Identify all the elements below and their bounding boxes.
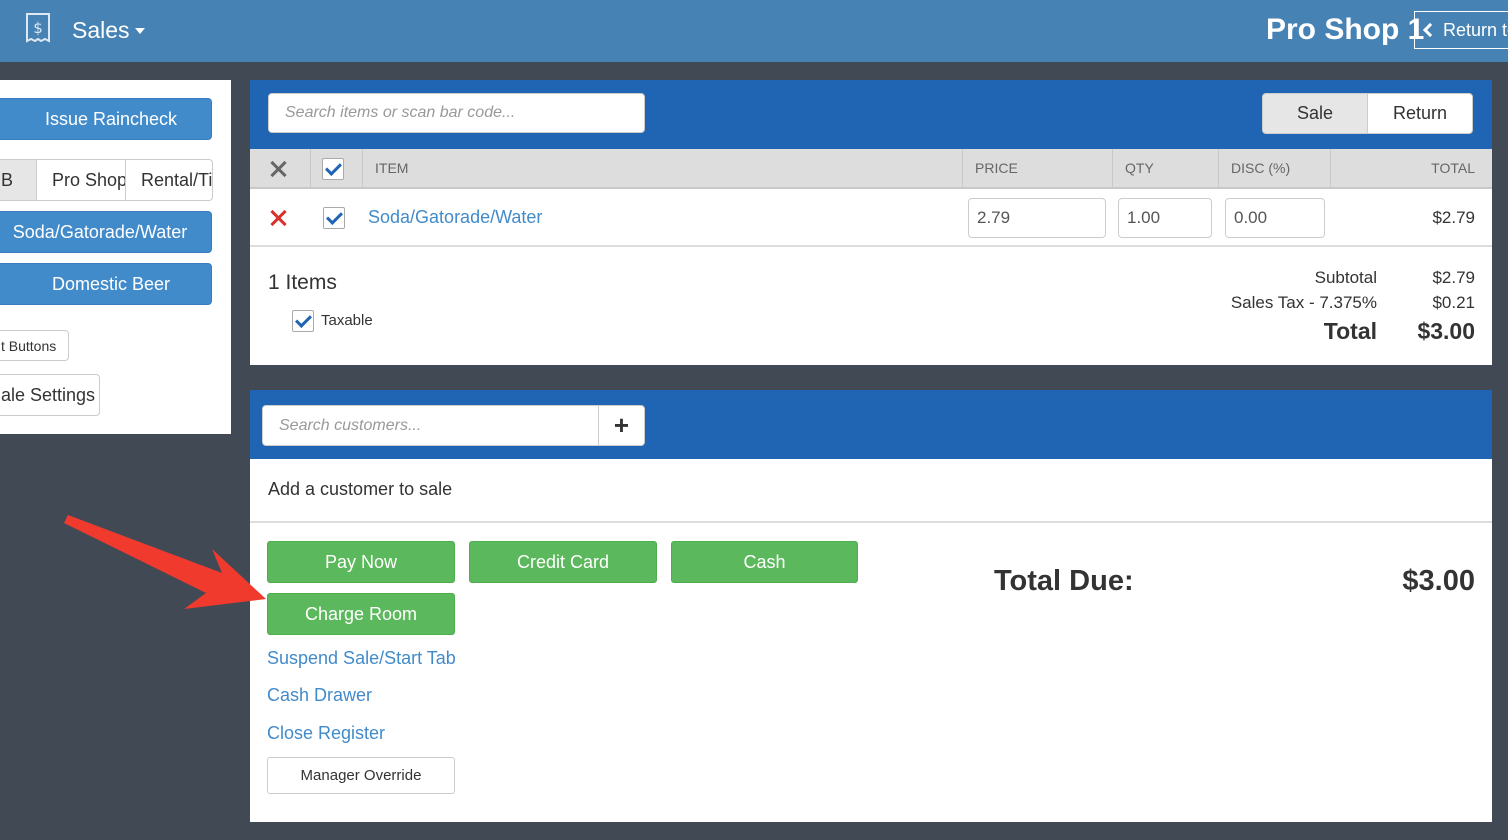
items-count: 1 Items (268, 271, 337, 294)
subtotal-label: Subtotal (1314, 268, 1377, 287)
column-header-total: TOTAL (1330, 149, 1492, 187)
quick-item-label: Domestic Beer (51, 273, 171, 294)
sale-mode-button[interactable]: Sale (1262, 93, 1368, 134)
discount-input[interactable]: 0.00 (1225, 198, 1325, 238)
total-label: Total (1323, 318, 1377, 344)
quick-buttons-panel: Issue Raincheck B Pro Shop Rental/Ti Sod… (0, 80, 231, 434)
payment-panel: Search customers... + Add a customer to … (250, 390, 1492, 822)
category-tab-label: B (1, 169, 14, 190)
customer-header: Search customers... + (250, 390, 1492, 459)
divider (250, 521, 1492, 523)
pay-now-label: Pay Now (324, 551, 398, 572)
price-value: 2.79 (977, 208, 1011, 227)
issue-raincheck-label: Issue Raincheck (44, 108, 178, 129)
issue-raincheck-button[interactable]: Issue Raincheck (0, 98, 212, 140)
qty-input[interactable]: 1.00 (1118, 198, 1212, 238)
items-table-header: ITEM PRICE QTY DISC (%) TOTAL (250, 149, 1492, 189)
category-tab-b[interactable]: B (0, 159, 37, 201)
edit-buttons-label: t Buttons (1, 337, 57, 354)
add-customer-button[interactable]: + (598, 405, 645, 446)
return-button[interactable]: Return to (1414, 11, 1508, 49)
item-select-checkbox[interactable] (323, 207, 345, 229)
item-search-placeholder: Search items or scan bar code... (285, 104, 516, 121)
suspend-sale-link[interactable]: Suspend Sale/Start Tab (267, 648, 456, 669)
remove-item-icon[interactable] (269, 209, 287, 227)
subtotal-value: $2.79 (1432, 268, 1475, 287)
sale-items-panel: Search items or scan bar code... Sale Re… (250, 80, 1492, 365)
customer-search-input[interactable]: Search customers... (262, 405, 599, 446)
category-tab-label: Rental/Ti (141, 169, 213, 190)
column-header-disc: DISC (%) (1218, 149, 1290, 187)
svg-text:$: $ (33, 19, 43, 37)
charge-room-label: Charge Room (304, 603, 418, 624)
quick-item-soda-button[interactable]: Soda/Gatorade/Water (0, 211, 212, 253)
sale-items-header: Search items or scan bar code... Sale Re… (250, 80, 1492, 149)
column-header-item: ITEM (362, 149, 408, 187)
customer-search-placeholder: Search customers... (279, 416, 422, 434)
plus-icon: + (613, 410, 630, 440)
discount-value: 0.00 (1234, 208, 1268, 227)
item-name-link[interactable]: Soda/Gatorade/Water (368, 207, 542, 228)
column-header-qty: QTY (1112, 149, 1154, 187)
cash-label: Cash (743, 551, 786, 572)
chevron-down-icon[interactable] (135, 28, 145, 34)
quick-item-beer-button[interactable]: Domestic Beer (0, 263, 212, 305)
total-due-label: Total Due: (994, 565, 1134, 597)
charge-room-button[interactable]: Charge Room (267, 593, 455, 635)
pay-now-button[interactable]: Pay Now (267, 541, 455, 583)
chevron-left-icon (1422, 22, 1438, 38)
qty-value: 1.00 (1127, 208, 1161, 227)
sale-mode-label: Sale (1296, 103, 1334, 123)
return-mode-button[interactable]: Return (1367, 93, 1473, 134)
credit-card-button[interactable]: Credit Card (469, 541, 657, 583)
table-row: Soda/Gatorade/Water 2.79 1.00 0.00 $2.79 (250, 191, 1492, 247)
receipt-dollar-icon: $ (26, 13, 50, 43)
sales-tax-value: $0.21 (1432, 293, 1475, 312)
price-input[interactable]: 2.79 (968, 198, 1106, 238)
sale-settings-button[interactable]: ale Settings (0, 374, 100, 416)
taxable-checkbox[interactable] (292, 310, 314, 332)
top-bar: $ Sales Pro Shop 1 Return to (0, 0, 1508, 62)
app-title[interactable]: Sales (72, 17, 130, 44)
sale-settings-label: ale Settings (1, 384, 96, 405)
customer-empty-message: Add a customer to sale (268, 479, 453, 499)
column-header-price: PRICE (962, 149, 1018, 187)
return-button-label: Return to (1443, 19, 1508, 40)
select-all-checkbox[interactable] (322, 158, 344, 180)
total-due-value: $3.00 (1402, 565, 1475, 597)
category-tab-pro-shop[interactable]: Pro Shop (36, 159, 126, 201)
edit-buttons-button[interactable]: t Buttons (0, 330, 69, 361)
annotation-arrow-icon (64, 515, 266, 609)
cash-drawer-link[interactable]: Cash Drawer (267, 685, 372, 706)
taxable-label: Taxable (321, 312, 373, 329)
credit-card-label: Credit Card (516, 551, 610, 572)
manager-override-label: Manager Override (300, 767, 422, 784)
quick-item-label: Soda/Gatorade/Water (12, 221, 188, 242)
item-search-input[interactable]: Search items or scan bar code... (268, 93, 645, 133)
manager-override-button[interactable]: Manager Override (267, 757, 455, 794)
page-title: Pro Shop 1 (1266, 13, 1425, 46)
total-value: $3.00 (1417, 318, 1475, 344)
cash-button[interactable]: Cash (671, 541, 858, 583)
close-register-link[interactable]: Close Register (267, 723, 385, 744)
category-tab-rental[interactable]: Rental/Ti (125, 159, 213, 201)
sales-tax-label: Sales Tax - 7.375% (1230, 293, 1377, 312)
return-mode-label: Return (1392, 103, 1448, 123)
remove-all-icon[interactable] (269, 160, 287, 178)
category-tab-label: Pro Shop (52, 169, 126, 190)
row-total: $2.79 (1432, 208, 1475, 227)
